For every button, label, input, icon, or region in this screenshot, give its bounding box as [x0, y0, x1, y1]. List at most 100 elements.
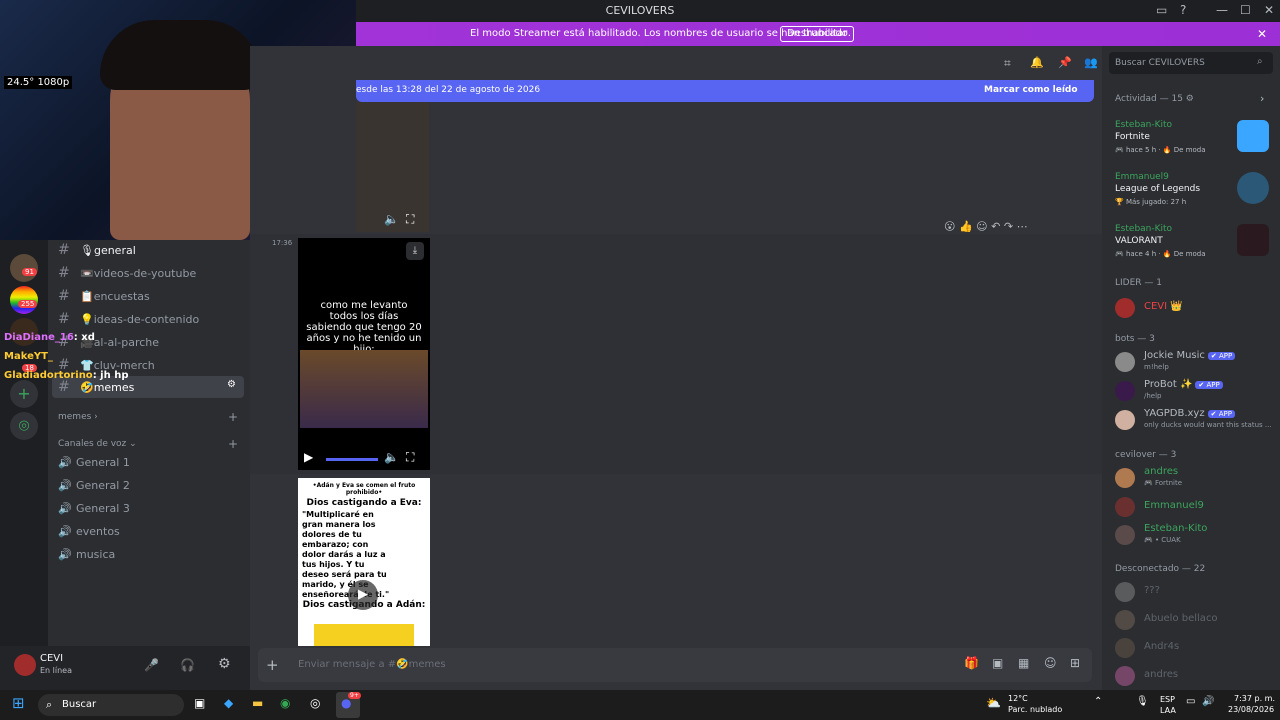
fullscreen-icon[interactable]: ⛶	[406, 450, 414, 465]
headphones-icon[interactable]: 🎧	[180, 658, 195, 672]
channel-encuestas[interactable]: # 📋encuestas	[58, 288, 150, 308]
sticker-icon[interactable]: ▦	[1018, 656, 1029, 670]
add-reaction-icon[interactable]: ☺	[976, 220, 987, 233]
obs-icon[interactable]: ◎	[310, 696, 320, 710]
bell-icon[interactable]: 🔔	[1030, 56, 1044, 69]
member-item[interactable]: Emmanuel9	[1115, 495, 1275, 521]
maximize-button[interactable]: ☐	[1240, 3, 1251, 17]
more-icon[interactable]: ⋯	[1017, 220, 1028, 233]
fullscreen-icon[interactable]: ⛶	[406, 212, 414, 227]
forward-icon[interactable]: ↷	[1004, 220, 1013, 233]
category-voice[interactable]: Canales de voz ⌄	[58, 439, 137, 449]
video-player[interactable]: ⤓ como me levanto todos los días sabiend…	[298, 238, 430, 470]
video-frame	[300, 350, 428, 428]
member-item[interactable]: ProBot ✨ ✔ APP/help	[1115, 379, 1275, 405]
avatar[interactable]	[14, 654, 36, 676]
language-code[interactable]: ESP	[1160, 695, 1175, 704]
file-explorer-icon[interactable]: ▬	[252, 696, 263, 710]
mark-read-button[interactable]: Marcar como leído	[984, 85, 1078, 95]
attach-icon[interactable]: +	[266, 656, 279, 674]
gif-icon[interactable]: ▣	[992, 656, 1003, 670]
task-view-icon[interactable]: ▣	[194, 696, 205, 710]
network-icon[interactable]: ▭	[1186, 696, 1195, 707]
member-item[interactable]: CEVI 👑	[1115, 296, 1275, 322]
disable-streamer-button[interactable]: Deshabilitar	[780, 26, 855, 42]
weather-icon[interactable]: ⛅	[986, 696, 1001, 710]
chat-text: : jh hp	[92, 370, 129, 381]
settings-icon[interactable]: ⚙	[218, 656, 231, 672]
member-item[interactable]: ???	[1115, 580, 1275, 606]
category-memes[interactable]: memes ›	[58, 412, 98, 422]
voice-general-1[interactable]: 🔊 General 1	[58, 456, 130, 469]
volume-icon[interactable]: 🔈	[384, 450, 399, 464]
activity-card[interactable]: Esteban-Kito Fortnite 🎮 hace 5 h · 🔥 De …	[1115, 120, 1275, 166]
mute-icon[interactable]: 🎤	[144, 658, 159, 672]
volume-icon[interactable]: 🔊	[1202, 696, 1214, 707]
pin-icon[interactable]: 📌	[1058, 56, 1072, 69]
emoji-icon[interactable]: ☺	[1044, 656, 1057, 670]
add-server-icon[interactable]: +	[10, 380, 38, 408]
activity-card[interactable]: Emmanuel9 League of Legends 🏆 Más jugado…	[1115, 172, 1275, 218]
reaction-icon[interactable]: 👍	[959, 220, 973, 233]
activity-header-label: Actividad — 15	[1115, 94, 1183, 104]
keyboard-layout[interactable]: LAA	[1160, 706, 1176, 715]
threads-icon[interactable]: ⌗	[1004, 56, 1011, 71]
search-box[interactable]: Buscar CEVILOVERS ⌕	[1109, 52, 1273, 74]
chevron-right-icon[interactable]: ›	[1260, 92, 1264, 105]
minimize-button[interactable]: —	[1216, 3, 1228, 17]
taskbar-search[interactable]: ⌕ Buscar	[38, 694, 184, 716]
channel-videos[interactable]: # 📼videos-de-youtube	[58, 265, 196, 285]
member-item[interactable]: YAGPDB.xyz ✔ APP only ducks would want thi…	[1115, 408, 1275, 434]
voice-general-2[interactable]: 🔊 General 2	[58, 479, 130, 492]
reaction-icon[interactable]: 😮	[944, 220, 955, 233]
member-item[interactable]: Abuelo bellaco	[1115, 608, 1275, 634]
help-icon[interactable]: ?	[1180, 3, 1186, 17]
windows-start-icon[interactable]: ⊞	[12, 694, 25, 712]
member-item[interactable]: andres	[1115, 664, 1275, 690]
chrome-icon[interactable]: ◉	[280, 696, 290, 710]
play-icon[interactable]: ▶	[304, 450, 313, 464]
clock-time[interactable]: 7:37 p. m.	[1234, 694, 1275, 703]
member-item[interactable]: Jockie Music ✔ APP m!help	[1115, 350, 1275, 376]
voice-musica[interactable]: 🔊 musica	[58, 548, 115, 561]
voice-eventos[interactable]: 🔊 eventos	[58, 525, 120, 538]
add-channel-icon[interactable]: +	[228, 437, 238, 451]
member-item[interactable]: Andr4s	[1115, 636, 1275, 662]
member-list: Buscar CEVILOVERS ⌕ Actividad — 15 ⚙ › E…	[1102, 46, 1280, 690]
microphone-icon[interactable]: 🎙	[1136, 696, 1149, 707]
message-composer[interactable]: + Enviar mensaje a #🤣memes 🎁 ▣ ▦ ☺ ⊞	[258, 648, 1092, 682]
members-icon[interactable]: 👥	[1084, 56, 1098, 69]
progress-bar[interactable]	[326, 458, 378, 461]
chevron-up-icon[interactable]: ⌃	[1094, 696, 1102, 707]
download-icon[interactable]: ⤓	[406, 242, 424, 260]
activity-card[interactable]: Esteban-Kito VALORANT 🎮 hace 4 h · 🔥 De …	[1115, 224, 1275, 270]
app-icon[interactable]: ◆	[224, 696, 233, 710]
avatar	[1115, 468, 1135, 488]
inbox-icon[interactable]: ▭	[1156, 3, 1167, 17]
meme-image[interactable]: •Adán y Eva se comen el fruto prohibido•…	[298, 478, 430, 646]
unread-bar[interactable]: esde las 13:28 del 22 de agosto de 2026 …	[356, 80, 1094, 102]
banner-close-icon[interactable]: ✕	[1257, 27, 1267, 41]
reply-icon[interactable]: ↶	[991, 220, 1000, 233]
channel-general[interactable]: # 🎙general	[58, 242, 136, 262]
close-button[interactable]: ✕	[1264, 3, 1274, 17]
volume-icon[interactable]: 🔈	[384, 212, 399, 226]
activity-header[interactable]: Actividad — 15 ⚙	[1115, 94, 1194, 104]
voice-general-3[interactable]: 🔊 General 3	[58, 502, 130, 515]
category-label: Canales de voz	[58, 439, 127, 449]
add-channel-icon[interactable]: +	[228, 410, 238, 424]
apps-icon[interactable]: ⊞	[1070, 656, 1080, 670]
search-input[interactable]: Buscar CEVILOVERS	[1115, 58, 1205, 68]
clock-date[interactable]: 23/08/2026	[1228, 705, 1274, 714]
message-input[interactable]: Enviar mensaje a #🤣memes	[298, 659, 446, 670]
play-icon[interactable]: ▶	[348, 580, 378, 610]
activity-game: League of Legends	[1115, 184, 1201, 194]
channel-ideas[interactable]: # 💡ideas-de-contenido	[58, 311, 199, 331]
member-item[interactable]: Esteban-Kito 🎮 • CUAK	[1115, 523, 1275, 549]
explore-icon[interactable]: ◎	[10, 412, 38, 440]
settings-icon[interactable]: ⚙	[227, 379, 236, 390]
member-item[interactable]: andres 🎮 Fortnite	[1115, 466, 1275, 492]
gift-icon[interactable]: 🎁	[964, 656, 979, 670]
avatar	[1115, 298, 1135, 318]
discord-taskbar-button[interactable]: ● 9+	[336, 692, 361, 718]
